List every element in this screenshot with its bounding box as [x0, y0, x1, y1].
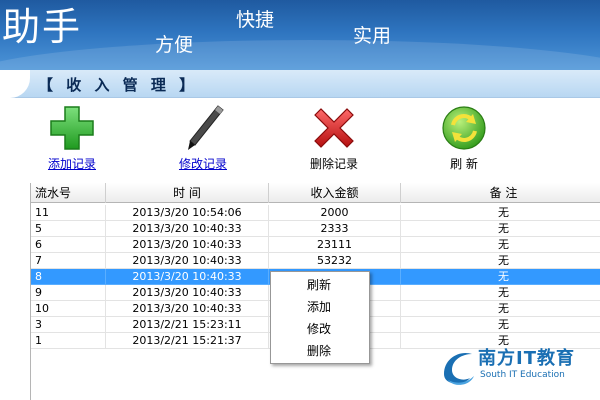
toolbar: 添加记录 修改记录 删除记录 刷 新 — [0, 99, 600, 181]
cell-amount: 23111 — [269, 237, 401, 253]
cell-note: 无 — [401, 253, 600, 269]
add-record-label[interactable]: 添加记录 — [27, 155, 117, 172]
cell-time: 2013/3/20 10:40:33 — [106, 253, 269, 269]
context-menu-delete[interactable]: 删除 — [273, 341, 367, 361]
title-corner — [0, 70, 30, 98]
logo-swirl-icon — [444, 352, 474, 385]
cell-time: 2013/3/20 10:40:33 — [106, 221, 269, 237]
refresh-button[interactable]: 刷 新 — [419, 103, 509, 175]
cell-time: 2013/3/20 10:40:33 — [106, 269, 269, 285]
cell-serial: 6 — [31, 237, 106, 253]
cell-note: 无 — [401, 285, 600, 301]
header-serial[interactable]: 流水号 — [31, 183, 106, 203]
banner-word-practical: 实用 — [353, 25, 392, 47]
cell-serial: 3 — [31, 317, 106, 333]
header-time[interactable]: 时 间 — [106, 183, 269, 203]
header-amount[interactable]: 收入金额 — [269, 183, 401, 203]
table-row[interactable]: 6 2013/3/20 10:40:33 23111 无 — [31, 237, 600, 253]
cell-serial: 8 — [31, 269, 106, 285]
cell-amount: 2000 — [269, 205, 401, 221]
context-menu-add[interactable]: 添加 — [273, 297, 367, 317]
cell-time: 2013/3/20 10:40:33 — [106, 285, 269, 301]
delete-record-label[interactable]: 删除记录 — [289, 155, 379, 172]
cell-time: 2013/3/20 10:40:33 — [106, 301, 269, 317]
context-menu-edit[interactable]: 修改 — [273, 319, 367, 339]
cell-note: 无 — [401, 301, 600, 317]
cell-serial: 5 — [31, 221, 106, 237]
refresh-label[interactable]: 刷 新 — [419, 155, 509, 172]
cell-serial: 7 — [31, 253, 106, 269]
table-header: 流水号 时 间 收入金额 备 注 — [31, 183, 600, 203]
cell-note: 无 — [401, 221, 600, 237]
cell-note: 无 — [401, 317, 600, 333]
context-menu: 刷新 添加 修改 删除 — [270, 271, 370, 364]
cell-serial: 10 — [31, 301, 106, 317]
header-note[interactable]: 备 注 — [401, 183, 600, 203]
header-banner: 助手 方便 快捷 实用 — [0, 0, 600, 70]
delete-record-button[interactable]: 删除记录 — [289, 103, 379, 175]
banner-swoosh — [0, 40, 600, 70]
cell-note: 无 — [401, 205, 600, 221]
cell-time: 2013/3/20 10:54:06 — [106, 205, 269, 221]
edit-record-button[interactable]: 修改记录 — [158, 103, 248, 175]
cell-note: 无 — [401, 269, 600, 285]
table-row[interactable]: 7 2013/3/20 10:40:33 53232 无 — [31, 253, 600, 269]
pen-icon — [188, 105, 224, 150]
watermark-cn: 南方IT教育 — [478, 348, 575, 369]
add-record-button[interactable]: 添加记录 — [27, 103, 117, 175]
cell-serial: 9 — [31, 285, 106, 301]
cell-amount: 53232 — [269, 253, 401, 269]
cell-time: 2013/2/21 15:23:11 — [106, 317, 269, 333]
cell-time: 2013/3/20 10:40:33 — [106, 237, 269, 253]
panel-title-bar: 【 收 入 管 理 】 — [0, 70, 600, 98]
panel-title: 【 收 入 管 理 】 — [38, 76, 199, 94]
banner-helper-text: 助手 — [2, 5, 83, 49]
watermark-en: South IT Education — [480, 370, 565, 380]
watermark-logo: 南方IT教育 South IT Education — [440, 342, 590, 392]
cell-serial: 11 — [31, 205, 106, 221]
edit-record-label[interactable]: 修改记录 — [158, 155, 248, 172]
plus-icon — [50, 106, 94, 150]
table-row[interactable]: 11 2013/3/20 10:54:06 2000 无 — [31, 205, 600, 221]
cell-serial: 1 — [31, 333, 106, 349]
cell-amount: 2333 — [269, 221, 401, 237]
cell-note: 无 — [401, 237, 600, 253]
x-icon — [314, 108, 354, 148]
banner-word-convenient: 方便 — [155, 34, 194, 56]
cell-time: 2013/2/21 15:21:37 — [106, 333, 269, 349]
refresh-icon — [442, 106, 486, 150]
context-menu-refresh[interactable]: 刷新 — [273, 275, 367, 295]
table-row[interactable]: 5 2013/3/20 10:40:33 2333 无 — [31, 221, 600, 237]
banner-word-fast: 快捷 — [236, 9, 275, 31]
